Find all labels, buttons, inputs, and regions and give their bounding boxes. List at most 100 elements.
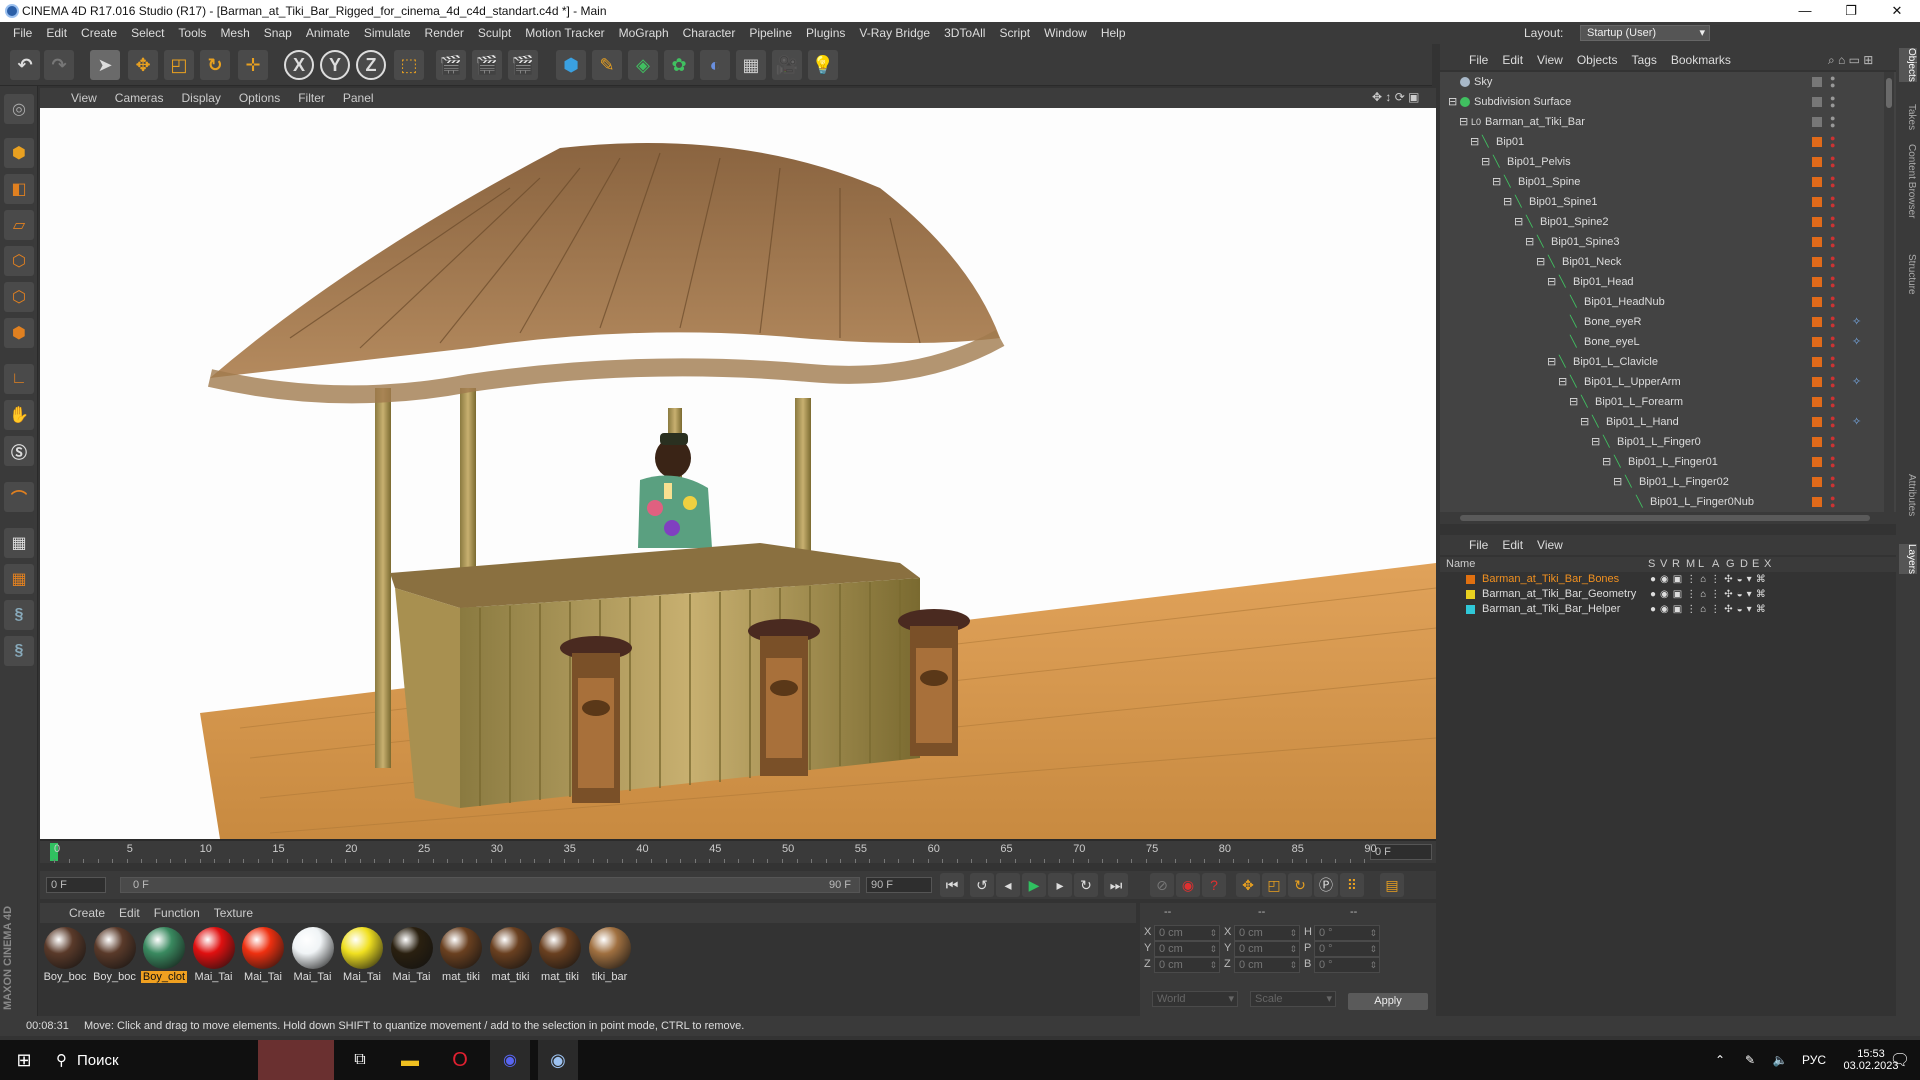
speaker-icon[interactable]: 🔈 <box>1768 1040 1792 1080</box>
select-tool-icon[interactable]: ➤ <box>90 50 120 80</box>
end-frame-field[interactable]: 90 F <box>866 877 932 893</box>
coordinate-system-icon[interactable]: ⬚ <box>394 50 424 80</box>
go-to-end-icon[interactable]: ⏭ <box>1104 873 1128 897</box>
object-row[interactable]: ⊟ ╲ Bip01_L_Forearm ● ● <box>1440 392 1896 412</box>
object-row[interactable]: ⊟ ╲ Bip01_Head ● ● <box>1440 272 1896 292</box>
visibility-dots-icon[interactable]: ● ● <box>1830 74 1835 90</box>
object-row[interactable]: ⊟ ╲ Bip01_Pelvis ● ● <box>1440 152 1896 172</box>
array-generator-icon[interactable]: ✿ <box>664 50 694 80</box>
expand-toggle-icon[interactable]: ⊟ <box>1547 272 1556 292</box>
menu-item-file[interactable]: File <box>6 26 39 40</box>
material-menu-create[interactable]: Create <box>62 906 112 920</box>
expand-toggle-icon[interactable]: ⊟ <box>1536 252 1545 272</box>
visibility-dots-icon[interactable]: ● ● <box>1830 314 1835 330</box>
object-row[interactable]: Sky ● ● <box>1440 72 1896 92</box>
key-rotation-icon[interactable]: ↻ <box>1288 873 1312 897</box>
side-tab-objects[interactable]: Objects <box>1899 48 1917 82</box>
layer-menu-view[interactable]: View <box>1530 538 1570 552</box>
magnet-icon[interactable]: ⌒ <box>4 482 34 512</box>
expand-toggle-icon[interactable]: ⊟ <box>1569 392 1578 412</box>
menu-item-render[interactable]: Render <box>418 26 471 40</box>
layer-color-swatch[interactable] <box>1466 590 1475 599</box>
cube-primitive-icon[interactable]: ⬢ <box>556 50 586 80</box>
light-icon[interactable]: 💡 <box>808 50 838 80</box>
auto-key-icon[interactable]: ◉ <box>1176 873 1200 897</box>
object-row[interactable]: ╲ Bone_eyeR ● ● ✧ <box>1440 312 1896 332</box>
expand-toggle-icon[interactable]: ⊟ <box>1602 452 1611 472</box>
camera-icon[interactable]: 🎥 <box>772 50 802 80</box>
stepper-icon[interactable]: ⇕ <box>1289 958 1297 972</box>
object-row[interactable]: ⊟ ╲ Bip01_L_Finger0 ● ● <box>1440 432 1896 452</box>
object-menu-view[interactable]: View <box>1530 53 1570 67</box>
object-menu-tags[interactable]: Tags <box>1625 53 1664 67</box>
layer-menu-edit[interactable]: Edit <box>1495 538 1530 552</box>
menu-item-plugins[interactable]: Plugins <box>799 26 852 40</box>
snap-icon[interactable]: Ⓢ <box>4 436 34 466</box>
coord-value-field[interactable]: 0 cm ⇕ <box>1234 925 1300 941</box>
expand-toggle-icon[interactable]: ⊟ <box>1558 372 1567 392</box>
render-picture-viewer-icon[interactable]: 🎬 <box>472 50 502 80</box>
menu-item-v-ray-bridge[interactable]: V-Ray Bridge <box>852 26 937 40</box>
go-to-start-icon[interactable]: ⏮ <box>940 873 964 897</box>
subdivision-generator-icon[interactable]: ◈ <box>628 50 658 80</box>
coord-value-field[interactable]: 0 cm ⇕ <box>1154 925 1220 941</box>
layer-row[interactable]: Barman_at_Tiki_Bar_Geometry ●◉▣⋮⌂⋮✣◒▾⌘ <box>1440 587 1896 602</box>
visibility-dots-icon[interactable]: ● ● <box>1830 154 1835 170</box>
visibility-dots-icon[interactable]: ● ● <box>1830 334 1835 350</box>
layer-column-r[interactable]: R <box>1672 558 1680 570</box>
z-axis-lock-button[interactable]: Z <box>356 50 386 80</box>
edges-mode-icon[interactable]: ⬡ <box>4 282 34 312</box>
restore-button[interactable]: ❐ <box>1828 0 1874 22</box>
object-row[interactable]: ⊟ ╲ Bip01_L_UpperArm ● ● ✧ <box>1440 372 1896 392</box>
expand-toggle-icon[interactable]: ⊟ <box>1448 92 1457 112</box>
menu-item-character[interactable]: Character <box>676 26 743 40</box>
start-frame-field[interactable]: 0 F <box>46 877 106 893</box>
material-swatch[interactable]: Mai_Tai <box>240 927 286 983</box>
texture-mode-icon[interactable]: ◧ <box>4 174 34 204</box>
visibility-dots-icon[interactable]: ● ● <box>1830 454 1835 470</box>
horizontal-scroll-thumb[interactable] <box>1460 515 1870 521</box>
key-scale-icon[interactable]: ◰ <box>1262 873 1286 897</box>
spline-pen-icon[interactable]: ✎ <box>592 50 622 80</box>
coord-value-field[interactable]: 0 ° ⇕ <box>1314 925 1380 941</box>
object-row[interactable]: ⊟ ╲ Bip01_L_Hand ● ● ✧ <box>1440 412 1896 432</box>
locked-workplane-icon[interactable]: ▦ <box>4 564 34 594</box>
layer-column-name[interactable]: Name <box>1446 558 1475 570</box>
tweak-mode-icon[interactable]: ✋ <box>4 400 34 430</box>
coord-value-field[interactable]: 0 ° ⇕ <box>1314 941 1380 957</box>
expand-toggle-icon[interactable]: ⊟ <box>1470 132 1479 152</box>
visibility-dots-icon[interactable]: ● ● <box>1830 174 1835 190</box>
side-tab-takes[interactable]: Takes <box>1899 104 1917 130</box>
menu-item-simulate[interactable]: Simulate <box>357 26 418 40</box>
workplane-mode-icon[interactable]: ▱ <box>4 210 34 240</box>
visibility-dots-icon[interactable]: ● ● <box>1830 374 1835 390</box>
object-row[interactable]: ⊟ ╲ Bip01_Spine ● ● <box>1440 172 1896 192</box>
side-tab-layers[interactable]: Layers <box>1899 544 1917 575</box>
notification-icon[interactable]: 🗨 <box>1882 1040 1918 1080</box>
menu-item-animate[interactable]: Animate <box>299 26 357 40</box>
object-menu-objects[interactable]: Objects <box>1570 53 1625 67</box>
visibility-dots-icon[interactable]: ● ● <box>1830 434 1835 450</box>
minimize-button[interactable]: — <box>1782 0 1828 22</box>
scale-tool-icon[interactable]: ◰ <box>164 50 194 80</box>
object-row[interactable]: ╲ Bone_eyeL ● ● ✧ <box>1440 332 1896 352</box>
menu-item-help[interactable]: Help <box>1094 26 1133 40</box>
viewport-menu-filter[interactable]: Filter <box>289 91 334 105</box>
material-swatch[interactable]: Boy_clot <box>141 927 187 983</box>
python-icon[interactable]: § <box>4 600 34 630</box>
layout-dropdown[interactable]: Startup (User) ▾ <box>1580 25 1710 41</box>
deformer-icon[interactable]: ◐ <box>700 50 730 80</box>
live-selection-icon[interactable]: ✛ <box>238 50 268 80</box>
coord-value-field[interactable]: 0 cm ⇕ <box>1154 957 1220 973</box>
layer-column-e[interactable]: E <box>1752 558 1759 570</box>
object-menu-bookmarks[interactable]: Bookmarks <box>1664 53 1738 67</box>
viewport-menu-cameras[interactable]: Cameras <box>106 91 173 105</box>
language-indicator[interactable]: РУС <box>1796 1040 1832 1080</box>
ik-tag-icon[interactable]: ✧ <box>1852 332 1861 352</box>
workplane-icon[interactable]: ▦ <box>4 528 34 558</box>
object-row[interactable]: ⊟ ╲ Bip01_L_Finger01 ● ● <box>1440 452 1896 472</box>
play-icon[interactable]: ▶ <box>1022 873 1046 897</box>
object-row[interactable]: ⊟ ╲ Bip01_L_Finger02 ● ● <box>1440 472 1896 492</box>
layer-column-v[interactable]: V <box>1660 558 1667 570</box>
next-key-icon[interactable]: ↻ <box>1074 873 1098 897</box>
